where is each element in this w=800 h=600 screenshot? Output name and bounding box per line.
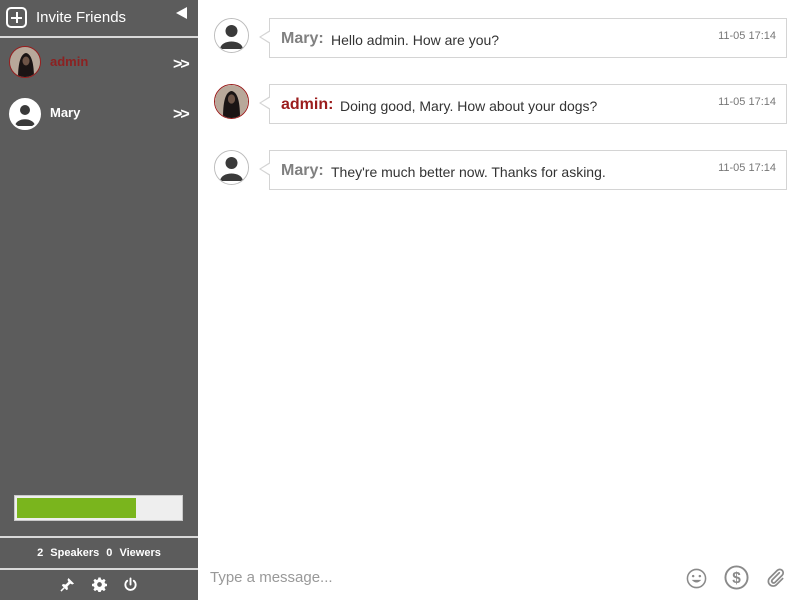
avatar bbox=[214, 84, 249, 119]
chat-message: admin: Doing good, Mary. How about your … bbox=[214, 84, 788, 126]
message-composer: $ bbox=[198, 556, 800, 600]
message-timestamp: 11-05 17:14 bbox=[718, 96, 776, 108]
sidebar-toolbar bbox=[0, 572, 198, 600]
message-timestamp: 11-05 17:14 bbox=[718, 162, 776, 174]
message-text: They're much better now. Thanks for aski… bbox=[331, 164, 606, 180]
message-timestamp: 11-05 17:14 bbox=[718, 30, 776, 42]
user-name: Mary bbox=[50, 105, 81, 120]
user-item-admin[interactable]: admin >> bbox=[0, 46, 198, 92]
avatar bbox=[9, 98, 41, 130]
message-input[interactable] bbox=[210, 564, 650, 590]
chevron-double-right-icon[interactable]: >> bbox=[173, 56, 190, 74]
power-icon[interactable] bbox=[123, 577, 138, 592]
collapse-sidebar-icon[interactable] bbox=[176, 7, 187, 19]
message-text: Hello admin. How are you? bbox=[331, 32, 500, 48]
avatar bbox=[214, 150, 249, 185]
message-bubble: Mary: They're much better now. Thanks fo… bbox=[259, 150, 787, 190]
invite-friends-button[interactable]: Invite Friends bbox=[0, 0, 198, 38]
progress-bar-fill bbox=[17, 498, 136, 518]
speakers-label: Speakers bbox=[50, 547, 100, 559]
message-author: Mary: bbox=[281, 30, 324, 47]
sidebar: Invite Friends admin >> Mary >> 2 Speake… bbox=[0, 0, 198, 600]
user-name: admin bbox=[50, 54, 89, 69]
message-author: admin: bbox=[281, 96, 334, 113]
message-bubble: admin: Doing good, Mary. How about your … bbox=[259, 84, 787, 124]
user-item-mary[interactable]: Mary >> bbox=[0, 98, 198, 144]
paperclip-icon[interactable] bbox=[765, 567, 786, 593]
message-bubble: Mary: Hello admin. How are you? 11-05 17… bbox=[259, 18, 787, 58]
chevron-double-right-icon[interactable]: >> bbox=[173, 106, 190, 124]
plus-icon bbox=[6, 7, 27, 28]
speakers-count: 2 bbox=[37, 547, 44, 559]
chat-message: Mary: They're much better now. Thanks fo… bbox=[214, 150, 788, 192]
viewers-count: 0 bbox=[106, 547, 113, 559]
smiley-icon[interactable] bbox=[686, 568, 707, 594]
progress-bar bbox=[14, 495, 183, 521]
pin-icon[interactable] bbox=[60, 577, 75, 592]
gear-icon[interactable] bbox=[91, 577, 107, 593]
avatar bbox=[214, 18, 249, 53]
message-author: Mary: bbox=[281, 162, 324, 179]
avatar bbox=[9, 46, 41, 78]
message-text: Doing good, Mary. How about your dogs? bbox=[340, 98, 598, 114]
dollar-icon[interactable]: $ bbox=[724, 565, 749, 595]
chat-message: Mary: Hello admin. How are you? 11-05 17… bbox=[214, 18, 788, 60]
participant-counts: 2 Speakers 0 Viewers bbox=[0, 536, 198, 570]
svg-text:$: $ bbox=[732, 570, 741, 587]
invite-friends-label: Invite Friends bbox=[36, 9, 127, 26]
viewers-label: Viewers bbox=[119, 547, 161, 559]
